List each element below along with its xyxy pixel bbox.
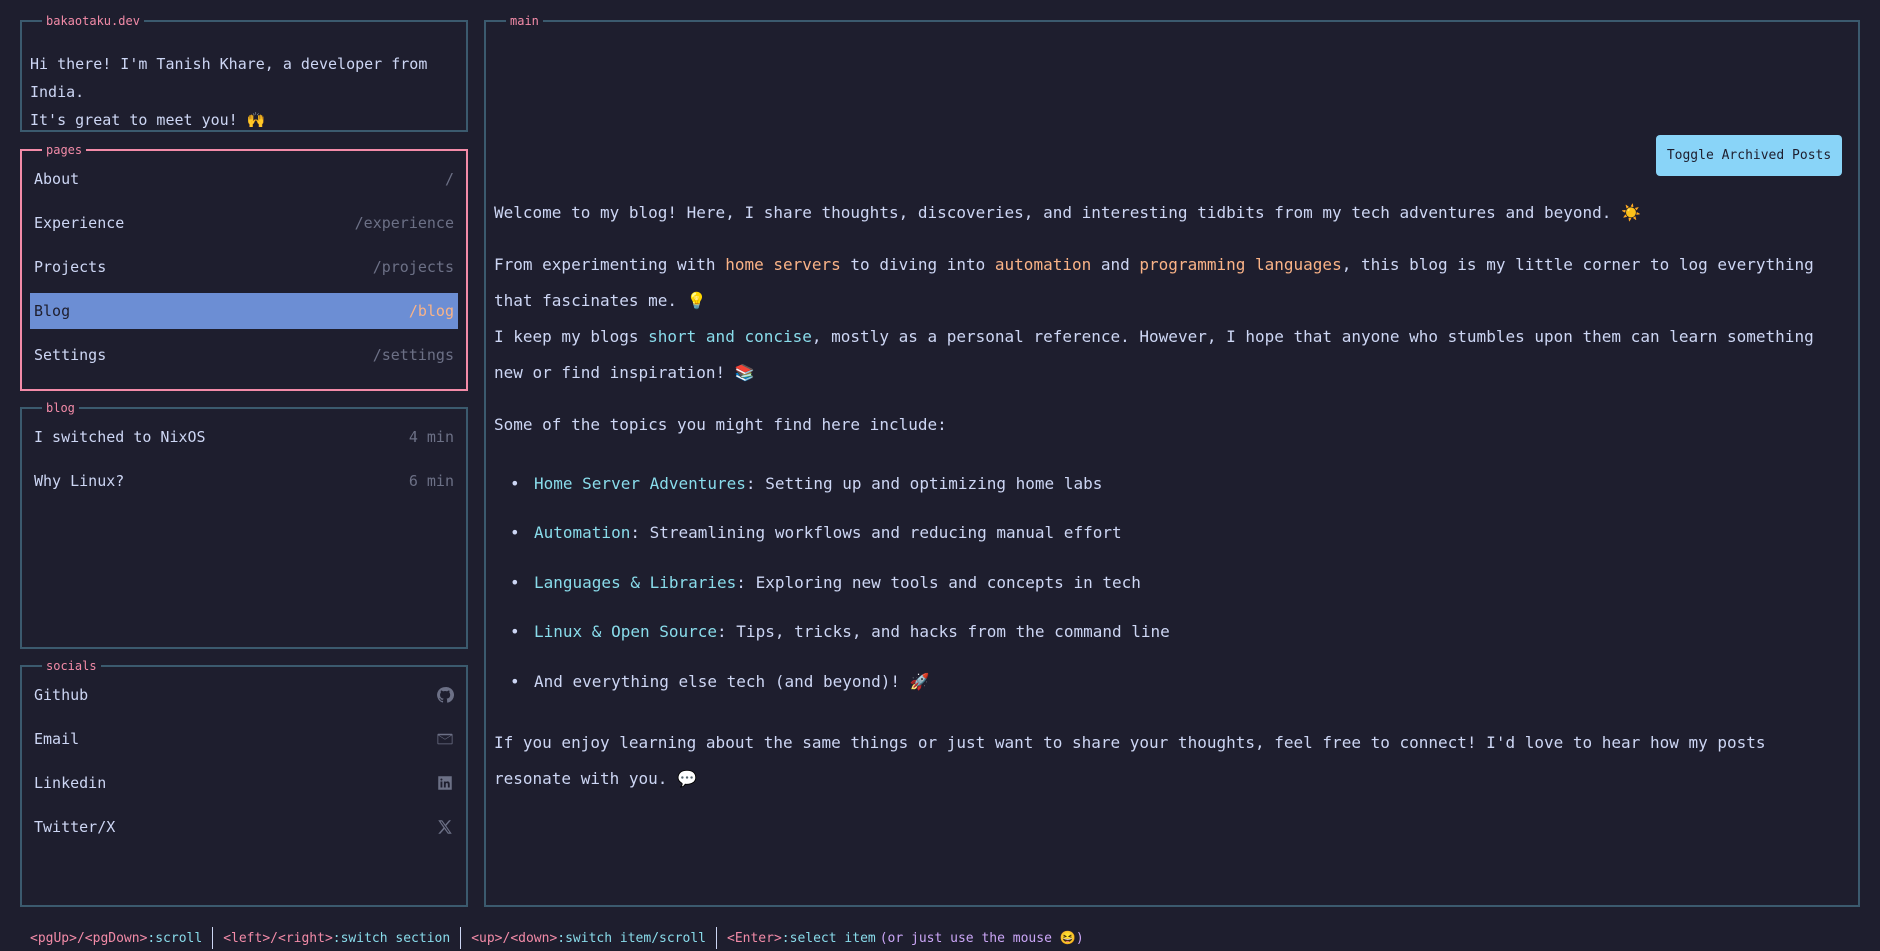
keybind-desc: :select item (781, 930, 876, 946)
closing-text: If you enjoy learning about the same thi… (494, 732, 1766, 788)
nav-item-path: /experience (354, 214, 454, 232)
highlight-home-servers: home servers (725, 255, 841, 274)
socials-title: socials (42, 658, 101, 674)
text: to diving into (840, 255, 995, 274)
intro-paragraph-topics: From experimenting with home servers to … (494, 247, 1850, 319)
keybind-desc: :switch section (332, 930, 451, 946)
topic-desc: : Exploring new tools and concepts in te… (736, 572, 1141, 592)
intro-panel: bakaotaku.dev Hi there! I'm Tanish Khare… (20, 13, 468, 134)
toggle-archived-posts-button[interactable]: Toggle Archived Posts (1656, 135, 1842, 176)
blog-intro-content: Welcome to my blog! Here, I share though… (494, 195, 1850, 813)
topic-name: Automation (534, 523, 631, 543)
x-icon (436, 818, 454, 836)
nav-item-settings[interactable]: Settings /settings (30, 337, 458, 373)
keybind-scroll: <pgUp>/<pgDown>:scroll (20, 927, 214, 949)
welcome-text: Welcome to my blog! Here, I share though… (494, 203, 1641, 222)
keybind-key: <pgUp>/<pgDown> (30, 930, 148, 946)
nav-item-path: /blog (408, 302, 454, 320)
nav-item-label: Settings (34, 346, 107, 364)
linkedin-icon (436, 774, 454, 792)
main-title: main (506, 13, 543, 29)
keybinding-statusbar: <pgUp>/<pgDown>:scroll <left>/<right>:sw… (20, 925, 1094, 951)
keybind-select: <Enter>:select item (or just use the mou… (717, 927, 1094, 949)
list-item: • And everything else tech (and beyond)! … (494, 657, 1850, 707)
highlight-automation: automation (994, 255, 1092, 274)
social-email[interactable]: Email (30, 721, 458, 757)
nav-item-projects[interactable]: Projects /projects (30, 249, 458, 285)
topics-list: • Home Server Adventures: Setting up and … (494, 459, 1850, 707)
intro-line-1: Hi there! I'm Tanish Khare, a developer … (30, 55, 428, 101)
blog-post-item[interactable]: Why Linux? 6 min (30, 463, 458, 499)
blog-post-title: I switched to NixOS (34, 428, 206, 446)
keybind-desc: :switch item/scroll (557, 930, 706, 946)
nav-item-label: Experience (34, 214, 125, 232)
blog-panel: blog I switched to NixOS 4 min Why Linux… (20, 400, 468, 649)
nav-item-label: Projects (34, 258, 107, 276)
list-item: • Home Server Adventures: Setting up and … (494, 459, 1850, 509)
text: From experimenting with (494, 255, 726, 274)
keybind-switch-item: <up>/<down>:switch item/scroll (461, 927, 717, 949)
highlight-programming-languages: programming languages (1139, 255, 1342, 274)
blog-post-title: Why Linux? (34, 472, 125, 490)
nav-item-label: About (34, 170, 80, 188)
social-label: Linkedin (34, 774, 107, 792)
nav-item-path: /settings (372, 346, 454, 364)
topic-desc: And everything else tech (and beyond)! 🚀 (534, 671, 930, 691)
mouse-hint: (or just use the mouse 😆) (879, 930, 1084, 946)
site-title: bakaotaku.dev (42, 13, 144, 29)
socials-panel: socials Github Email Linkedin Twitter/X (20, 658, 468, 907)
social-label: Email (34, 730, 80, 748)
social-linkedin[interactable]: Linkedin (30, 765, 458, 801)
blog-post-item[interactable]: I switched to NixOS 4 min (30, 419, 458, 455)
keybind-key: <left>/<right> (223, 930, 333, 946)
topic-name: Home Server Adventures (534, 473, 746, 493)
social-github[interactable]: Github (30, 677, 458, 713)
nav-item-label: Blog (34, 302, 71, 320)
keybind-key: <up>/<down> (471, 930, 558, 946)
topics-intro: Some of the topics you might find here i… (494, 415, 947, 434)
nav-item-path: /projects (372, 258, 454, 276)
text: and (1091, 255, 1140, 274)
nav-item-experience[interactable]: Experience /experience (30, 205, 458, 241)
list-item: • Linux & Open Source: Tips, tricks, and … (494, 608, 1850, 658)
highlight-short-concise: short and concise (648, 327, 812, 346)
topic-desc: : Streamlining workflows and reducing ma… (630, 523, 1122, 543)
nav-item-path: / (444, 170, 454, 188)
blog-post-read-time: 4 min (408, 428, 454, 446)
keybind-switch-section: <left>/<right>:switch section (213, 927, 462, 949)
list-item: • Automation: Streamlining workflows and … (494, 509, 1850, 559)
pages-panel: pages About / Experience /experience Pro… (20, 142, 468, 391)
intro-text: Hi there! I'm Tanish Khare, a developer … (30, 50, 458, 134)
keybind-desc: :scroll (147, 930, 203, 946)
main-panel: main Toggle Archived Posts Welcome to my… (484, 13, 1860, 907)
topic-desc: : Tips, tricks, and hacks from the comma… (717, 622, 1170, 642)
intro-line-2: It's great to meet you! 🙌 (30, 111, 266, 129)
topic-name: Linux & Open Source (534, 622, 718, 642)
pages-title: pages (42, 142, 87, 158)
keybind-key: <Enter> (727, 930, 782, 946)
list-item: • Languages & Libraries: Exploring new to… (494, 558, 1850, 608)
social-label: Github (34, 686, 89, 704)
social-label: Twitter/X (34, 818, 116, 836)
github-icon (436, 686, 454, 704)
nav-item-blog[interactable]: Blog /blog (30, 293, 458, 329)
topic-desc: : Setting up and optimizing home labs (745, 473, 1103, 493)
topic-name: Languages & Libraries (534, 572, 737, 592)
social-twitter[interactable]: Twitter/X (30, 809, 458, 845)
intro-paragraph-style: I keep my blogs short and concise, mostl… (494, 319, 1850, 391)
nav-item-about[interactable]: About / (30, 161, 458, 197)
blog-post-read-time: 6 min (408, 472, 454, 490)
email-icon (436, 730, 454, 748)
text: I keep my blogs (494, 327, 649, 346)
blog-title: blog (42, 400, 79, 416)
